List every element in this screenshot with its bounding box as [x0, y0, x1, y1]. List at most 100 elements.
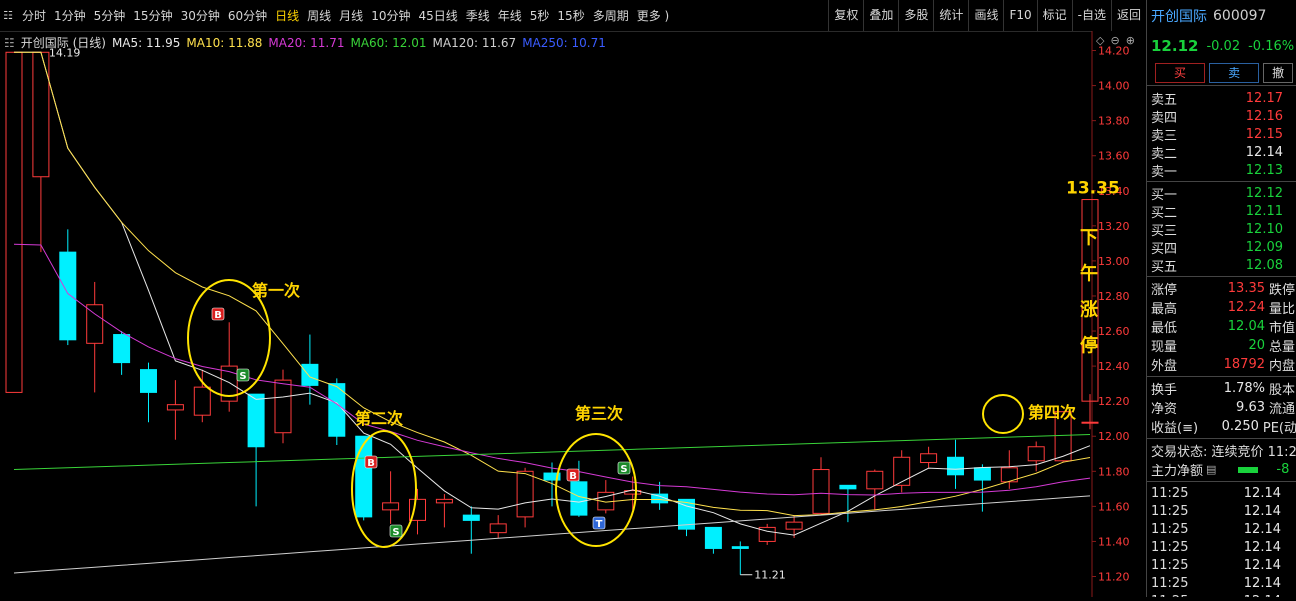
stat-value: 12.04: [1227, 319, 1265, 334]
period-tab-0[interactable]: 分时: [18, 7, 50, 24]
stock-code: 600097: [1213, 7, 1267, 24]
asks-row[interactable]: 卖一 12.13: [1147, 161, 1296, 180]
trade-tick-row: 11:25 12.14: [1147, 520, 1296, 538]
period-tab-8[interactable]: 月线: [335, 7, 367, 24]
price-change: -0.02: [1206, 38, 1241, 54]
stat-label-2: 总量: [1269, 340, 1296, 355]
fundamental-label: 净资: [1151, 402, 1178, 417]
trade-tick-row: 11:25 12.14: [1147, 538, 1296, 556]
tick-price: 12.14: [1243, 557, 1281, 573]
period-tab-4[interactable]: 30分钟: [177, 7, 224, 24]
grid-menu-icon[interactable]: ☷: [2, 9, 14, 22]
period-tab-5[interactable]: 60分钟: [224, 7, 271, 24]
asks-price: 12.14: [1245, 144, 1283, 160]
candle-down: [301, 363, 319, 386]
toolbar-button-2[interactable]: 多股: [898, 0, 933, 31]
tick-price: 12.14: [1243, 521, 1281, 537]
period-tab-11[interactable]: 季线: [462, 7, 494, 24]
kline-chart-area[interactable]: 14.20 14.00 13.80 13.60 13.40 13.20 13.00 12.80…: [0, 31, 1146, 597]
period-tab-16[interactable]: 更多 ): [633, 7, 674, 24]
fundamental-label: 收益(≡): [1151, 421, 1199, 436]
bids-row[interactable]: 买一 12.12: [1147, 184, 1296, 203]
annotation-ellipse: [982, 394, 1024, 434]
bids-price: 12.10: [1245, 221, 1283, 237]
trade-marker-label: S: [239, 371, 246, 382]
annotation-label: 第四次: [1028, 403, 1076, 422]
trade-marker-label: T: [596, 519, 603, 530]
asks-price: 12.16: [1245, 108, 1283, 124]
price-tick-label: 13.80: [1098, 115, 1130, 128]
stat-row: 最高 12.24 量比: [1147, 298, 1296, 317]
toolbar-button-0[interactable]: 复权: [828, 0, 863, 31]
buy-button[interactable]: 买: [1155, 63, 1206, 83]
bids-row[interactable]: 买三 12.10: [1147, 220, 1296, 239]
main-net-menu-icon[interactable]: ▤: [1206, 463, 1216, 476]
bids-row[interactable]: 买二 12.11: [1147, 202, 1296, 221]
asks-row[interactable]: 卖四 12.16: [1147, 107, 1296, 126]
ma-legend-4: MA120: 11.67: [432, 35, 517, 50]
period-tab-1[interactable]: 1分钟: [50, 7, 90, 24]
stat-value: 18792: [1223, 357, 1265, 372]
toolbar-button-6[interactable]: 标记: [1036, 0, 1072, 31]
price-tick-label: 13.00: [1098, 255, 1130, 268]
period-tab-13[interactable]: 5秒: [526, 7, 554, 24]
period-tab-9[interactable]: 10分钟: [367, 7, 414, 24]
asks-row[interactable]: 卖二 12.14: [1147, 143, 1296, 162]
candle-down: [704, 526, 722, 549]
candle-up: [1027, 446, 1045, 462]
limit-up-label: 13.35: [1066, 179, 1120, 199]
trade-ticks[interactable]: 11:25 12.14 11:25 12.14 11:25 12.14 11:25 12.14…: [1147, 484, 1296, 598]
period-tab-15[interactable]: 多周期: [589, 7, 633, 24]
main-net-label: 主力净额: [1151, 464, 1204, 479]
legend-controls: ◇ ⊖ ⊕: [1090, 34, 1135, 47]
period-tab-7[interactable]: 周线: [303, 7, 335, 24]
period-tab-2[interactable]: 5分钟: [90, 7, 130, 24]
sell-button[interactable]: 卖: [1209, 63, 1260, 83]
stat-label-2: 内盘: [1269, 359, 1296, 374]
candle-up: [866, 470, 884, 490]
asks-price: 12.15: [1245, 126, 1283, 142]
kline-chart[interactable]: 14.2014.0013.8013.6013.4013.2013.0012.80…: [0, 31, 1146, 597]
stat-row: 现量 20 总量: [1147, 336, 1296, 355]
asks-row[interactable]: 卖三 12.15: [1147, 125, 1296, 144]
bids-price: 12.09: [1245, 239, 1283, 255]
trade-tick-row: 11:25 12.14: [1147, 502, 1296, 520]
price-tick-label: 14.00: [1098, 80, 1130, 93]
zoom-out-icon[interactable]: ⊖: [1110, 34, 1119, 47]
toolbar-button-3[interactable]: 统计: [933, 0, 968, 31]
price-tick-label: 11.20: [1098, 570, 1130, 583]
period-tab-12[interactable]: 年线: [494, 7, 526, 24]
shape-toggle-icon[interactable]: ◇: [1096, 34, 1104, 47]
bids-row[interactable]: 买五 12.08: [1147, 256, 1296, 275]
toolbar-button-4[interactable]: 画线: [968, 0, 1003, 31]
candle-up: [1081, 421, 1099, 424]
asks-label: 卖二: [1151, 146, 1178, 162]
toolbar-button-7[interactable]: -自选: [1071, 0, 1111, 31]
last-price: 12.12: [1151, 37, 1199, 55]
period-tab-14[interactable]: 15秒: [553, 7, 588, 24]
fundamental-table: 换手 1.78% 股本 净资 9.63 流通 收益(≡) 0.250 PE(动: [1147, 379, 1296, 436]
cancel-order-button[interactable]: 撤: [1263, 63, 1294, 83]
zoom-in-icon[interactable]: ⊕: [1126, 34, 1135, 47]
toolbar-button-8[interactable]: 返回: [1110, 0, 1146, 31]
period-tab-6[interactable]: 日线: [271, 7, 303, 24]
period-tab-3[interactable]: 15分钟: [129, 7, 176, 24]
asks-row[interactable]: 卖五 12.17: [1147, 89, 1296, 108]
toolbar-button-5[interactable]: F10: [1003, 0, 1036, 31]
annotation-label: 第三次: [575, 404, 623, 423]
bids-label: 买一: [1151, 187, 1178, 203]
main-net-bar: [1238, 466, 1259, 473]
price-tick-label: 12.60: [1098, 325, 1130, 338]
stat-label: 现量: [1151, 340, 1178, 355]
price-tick-label: 11.40: [1098, 535, 1130, 548]
candle-up: [516, 470, 534, 518]
ma-legend-1: MA10: 11.88: [186, 35, 263, 50]
price-tick-label: 12.40: [1098, 360, 1130, 373]
stat-row: 外盘 18792 内盘: [1147, 355, 1296, 374]
stat-label: 最高: [1151, 302, 1178, 317]
period-tab-10[interactable]: 45日线: [414, 7, 461, 24]
bids-row[interactable]: 买四 12.09: [1147, 238, 1296, 257]
toolbar-button-1[interactable]: 叠加: [863, 0, 898, 31]
main-net-value: -8: [1276, 462, 1290, 477]
chart-menu-icon[interactable]: ☷: [4, 36, 15, 50]
